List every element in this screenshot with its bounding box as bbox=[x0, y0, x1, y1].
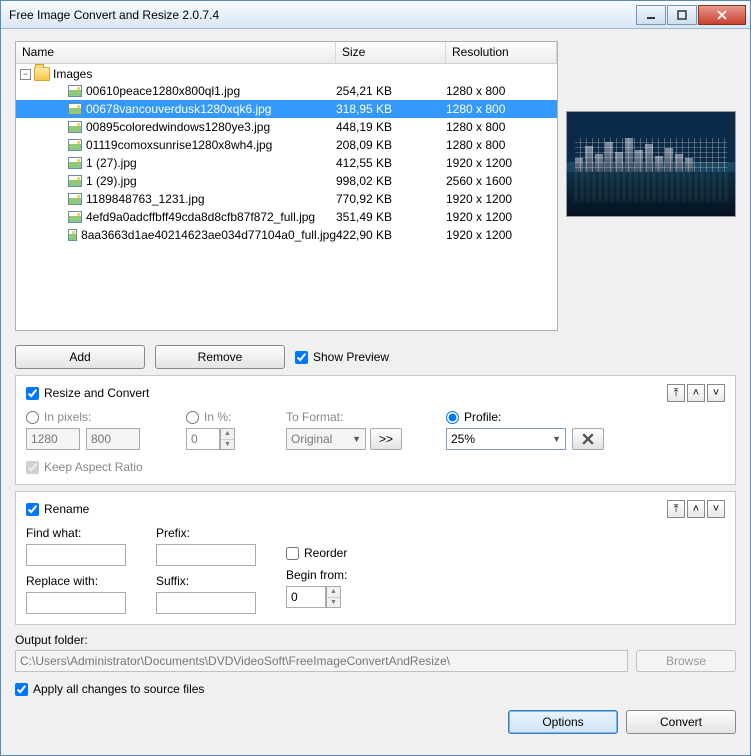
file-row[interactable]: 1 (27).jpg 412,55 KB1920 x 1200 bbox=[16, 154, 557, 172]
file-resolution: 1280 x 800 bbox=[446, 84, 557, 98]
reorder-checkbox[interactable]: Reorder bbox=[286, 546, 347, 560]
resize-enable-checkbox[interactable]: Resize and Convert bbox=[26, 386, 149, 400]
file-size: 208,09 KB bbox=[336, 138, 446, 152]
resize-section: Resize and Convert ⤒ ˄ ˅ In pixels: Keep… bbox=[15, 375, 736, 485]
file-resolution: 1920 x 1200 bbox=[446, 210, 557, 224]
file-row[interactable]: 00610peace1280x800ql1.jpg 254,21 KB1280 x… bbox=[16, 82, 557, 100]
output-label: Output folder: bbox=[15, 633, 736, 647]
image-icon bbox=[68, 121, 82, 133]
folder-icon bbox=[34, 67, 50, 81]
rename-enable-checkbox[interactable]: Rename bbox=[26, 502, 89, 516]
folder-label[interactable]: Images bbox=[53, 67, 92, 81]
file-name: 4efd9a0adcffbff49cda8d8cfb87f872_full.jp… bbox=[86, 210, 315, 224]
collapse-icon[interactable]: − bbox=[20, 69, 31, 80]
file-name: 00895coloredwindows1280ye3.jpg bbox=[86, 120, 270, 134]
apply-all-checkbox[interactable]: Apply all changes to source files bbox=[15, 682, 736, 696]
file-name: 1 (27).jpg bbox=[86, 156, 137, 170]
file-row[interactable]: 8aa3663d1ae40214623ae034d77104a0_full.jp… bbox=[16, 226, 557, 244]
image-icon bbox=[68, 139, 82, 151]
file-name: 1 (29).jpg bbox=[86, 174, 137, 188]
file-resolution: 1920 x 1200 bbox=[446, 228, 557, 242]
file-row[interactable]: 1189848763_1231.jpg 770,92 KB1920 x 1200 bbox=[16, 190, 557, 208]
rename-section: Rename ⤒ ˄ ˅ Find what: Replace with: Pr… bbox=[15, 491, 736, 625]
file-size: 448,19 KB bbox=[336, 120, 446, 134]
file-resolution: 1920 x 1200 bbox=[446, 192, 557, 206]
file-resolution: 1280 x 800 bbox=[446, 120, 557, 134]
col-name[interactable]: Name bbox=[16, 42, 336, 63]
suffix-input[interactable] bbox=[156, 592, 256, 614]
file-row[interactable]: 00895coloredwindows1280ye3.jpg 448,19 KB1… bbox=[16, 118, 557, 136]
in-pixels-radio[interactable] bbox=[26, 411, 39, 424]
profile-select[interactable]: 25%▼ bbox=[446, 428, 566, 450]
section-down-icon[interactable]: ˅ bbox=[707, 384, 725, 402]
image-icon bbox=[68, 85, 82, 97]
image-icon bbox=[68, 193, 82, 205]
file-size: 318,95 KB bbox=[336, 102, 446, 116]
list-header[interactable]: Name Size Resolution bbox=[16, 42, 557, 64]
image-icon bbox=[68, 229, 77, 241]
file-row[interactable]: 4efd9a0adcffbff49cda8d8cfb87f872_full.jp… bbox=[16, 208, 557, 226]
format-select[interactable]: Original▼ bbox=[286, 428, 366, 450]
file-name: 00678vancouverdusk1280xqk6.jpg bbox=[86, 102, 271, 116]
keep-aspect-checkbox[interactable]: Keep Aspect Ratio bbox=[26, 460, 156, 474]
begin-from-input[interactable] bbox=[286, 586, 326, 608]
section-top-icon[interactable]: ⤒ bbox=[667, 500, 685, 518]
output-path-input[interactable] bbox=[15, 650, 628, 672]
titlebar[interactable]: Free Image Convert and Resize 2.0.7.4 bbox=[1, 1, 750, 29]
profile-delete-button[interactable] bbox=[572, 428, 604, 450]
file-resolution: 1280 x 800 bbox=[446, 102, 557, 116]
image-icon bbox=[68, 157, 82, 169]
file-size: 412,55 KB bbox=[336, 156, 446, 170]
file-size: 254,21 KB bbox=[336, 84, 446, 98]
image-icon bbox=[68, 211, 82, 223]
app-window: Free Image Convert and Resize 2.0.7.4 Na… bbox=[0, 0, 751, 756]
file-size: 770,92 KB bbox=[336, 192, 446, 206]
file-row[interactable]: 00678vancouverdusk1280xqk6.jpg 318,95 KB1… bbox=[16, 100, 557, 118]
preview-image bbox=[566, 111, 736, 217]
format-apply-button[interactable]: >> bbox=[370, 428, 402, 450]
file-resolution: 1920 x 1200 bbox=[446, 156, 557, 170]
in-percent-radio[interactable] bbox=[186, 411, 199, 424]
col-res[interactable]: Resolution bbox=[446, 42, 557, 63]
prefix-input[interactable] bbox=[156, 544, 256, 566]
convert-button[interactable]: Convert bbox=[626, 710, 736, 734]
file-list[interactable]: Name Size Resolution −Images00610peace12… bbox=[15, 41, 558, 331]
file-name: 8aa3663d1ae40214623ae034d77104a0_full.jp… bbox=[81, 228, 336, 242]
image-icon bbox=[68, 103, 82, 115]
file-size: 351,49 KB bbox=[336, 210, 446, 224]
find-input[interactable] bbox=[26, 544, 126, 566]
height-input[interactable] bbox=[86, 428, 140, 450]
profile-radio[interactable] bbox=[446, 411, 459, 424]
minimize-button[interactable] bbox=[636, 5, 666, 25]
begin-spinner[interactable]: ▲▼ bbox=[326, 586, 341, 608]
maximize-button[interactable] bbox=[667, 5, 697, 25]
section-up-icon[interactable]: ˄ bbox=[687, 500, 705, 518]
file-size: 998,02 KB bbox=[336, 174, 446, 188]
show-preview-checkbox[interactable]: Show Preview bbox=[295, 350, 389, 364]
percent-input[interactable] bbox=[186, 428, 220, 450]
window-title: Free Image Convert and Resize 2.0.7.4 bbox=[9, 8, 636, 22]
section-down-icon[interactable]: ˅ bbox=[707, 500, 725, 518]
file-row[interactable]: 01119comoxsunrise1280x8wh4.jpg 208,09 KB1… bbox=[16, 136, 557, 154]
show-preview-input[interactable] bbox=[295, 351, 308, 364]
file-row[interactable]: 1 (29).jpg 998,02 KB2560 x 1600 bbox=[16, 172, 557, 190]
file-name: 01119comoxsunrise1280x8wh4.jpg bbox=[86, 138, 272, 152]
add-button[interactable]: Add bbox=[15, 345, 145, 369]
section-up-icon[interactable]: ˄ bbox=[687, 384, 705, 402]
file-resolution: 2560 x 1600 bbox=[446, 174, 557, 188]
remove-button[interactable]: Remove bbox=[155, 345, 285, 369]
options-button[interactable]: Options bbox=[508, 710, 618, 734]
browse-button[interactable]: Browse bbox=[636, 650, 736, 672]
section-top-icon[interactable]: ⤒ bbox=[667, 384, 685, 402]
file-resolution: 1280 x 800 bbox=[446, 138, 557, 152]
file-size: 422,90 KB bbox=[336, 228, 446, 242]
width-input[interactable] bbox=[26, 428, 80, 450]
image-icon bbox=[68, 175, 82, 187]
file-name: 1189848763_1231.jpg bbox=[86, 192, 205, 206]
replace-input[interactable] bbox=[26, 592, 126, 614]
percent-spinner[interactable]: ▲▼ bbox=[220, 428, 235, 450]
file-name: 00610peace1280x800ql1.jpg bbox=[86, 84, 240, 98]
close-button[interactable] bbox=[698, 5, 746, 25]
col-size[interactable]: Size bbox=[336, 42, 446, 63]
